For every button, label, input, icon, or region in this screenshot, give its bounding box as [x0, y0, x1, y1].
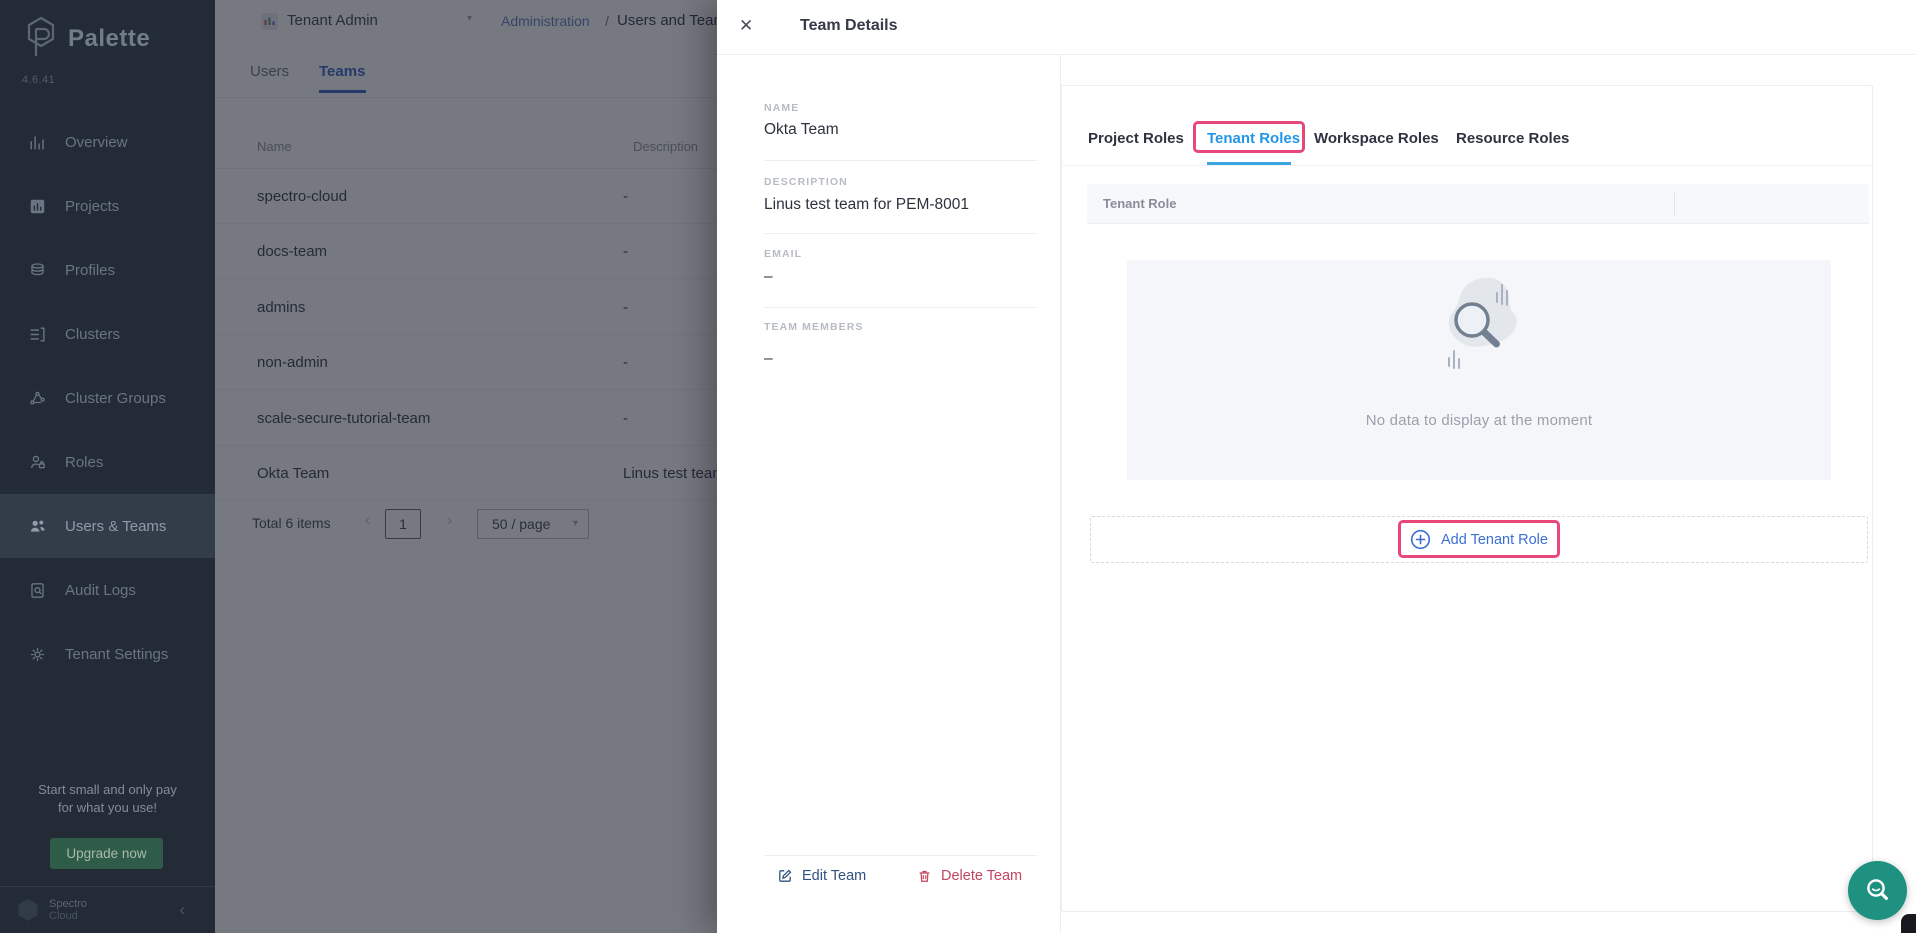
sidebar-nav: Overview Projects Profiles Clusters Clus… [0, 110, 215, 686]
sidebar: Palette 4.6.41 Overview Projects Profile… [0, 0, 215, 933]
palette-logo-icon [26, 16, 56, 62]
edit-team-label: Edit Team [802, 868, 866, 884]
sidebar-footer: Spectro Cloud ‹ [0, 886, 215, 933]
roles-panel: Project Roles Tenant Roles Workspace Rol… [1061, 85, 1873, 912]
spectro-cloud-label: Spectro Cloud [49, 898, 87, 922]
help-search-button[interactable] [1848, 861, 1907, 920]
field-label-team-members: TEAM MEMBERS [764, 321, 864, 333]
sidebar-item-cluster-groups[interactable]: Cluster Groups [0, 366, 215, 430]
add-tenant-role-button[interactable]: Add Tenant Role [1090, 516, 1868, 563]
footer-brand-top: Spectro [49, 898, 87, 910]
edit-team-button[interactable]: Edit Team [777, 868, 866, 884]
collapse-sidebar-icon[interactable]: ‹ [179, 900, 185, 920]
sidebar-item-label: Audit Logs [65, 582, 136, 599]
team-details-drawer: ✕ Team Details NAME Okta Team DESCRIPTIO… [717, 0, 1916, 933]
sidebar-item-users-teams[interactable]: Users & Teams [0, 494, 215, 558]
sidebar-item-roles[interactable]: Roles [0, 430, 215, 494]
profiles-icon [28, 261, 47, 280]
no-data-illustration [1409, 276, 1549, 386]
sidebar-item-audit-logs[interactable]: Audit Logs [0, 558, 215, 622]
drawer-mask [215, 0, 717, 933]
delete-team-button[interactable]: Delete Team [917, 868, 1022, 884]
sidebar-item-tenant-settings[interactable]: Tenant Settings [0, 622, 215, 686]
sidebar-item-label: Users & Teams [65, 518, 166, 535]
overview-icon [28, 133, 47, 152]
field-value-team-members: – [764, 350, 773, 368]
brand-name: Palette [68, 25, 150, 53]
footer-divider [764, 855, 1037, 856]
role-tabs-divider [1062, 165, 1872, 166]
promo-line1: Start small and only pay [0, 781, 215, 799]
delete-team-label: Delete Team [941, 868, 1022, 884]
drawer-header: ✕ Team Details [717, 0, 1916, 55]
palette-app: Palette 4.6.41 Overview Projects Profile… [0, 0, 1916, 933]
promo-line2: for what you use! [0, 799, 215, 817]
add-tenant-role-label: Add Tenant Role [1441, 532, 1548, 548]
sidebar-item-clusters[interactable]: Clusters [0, 302, 215, 366]
tab-tenant-roles[interactable]: Tenant Roles [1207, 130, 1300, 147]
column-divider [1674, 192, 1675, 216]
field-label-email: EMAIL [764, 248, 802, 260]
tab-project-roles[interactable]: Project Roles [1088, 130, 1184, 147]
no-data-message: No data to display at the moment [1127, 412, 1831, 429]
sidebar-item-overview[interactable]: Overview [0, 110, 215, 174]
field-label-description: DESCRIPTION [764, 176, 848, 188]
corner-widget [1901, 914, 1916, 933]
cluster-groups-icon [28, 389, 47, 408]
tab-workspace-roles[interactable]: Workspace Roles [1314, 130, 1439, 147]
sidebar-item-label: Tenant Settings [65, 646, 168, 663]
sidebar-item-label: Roles [65, 454, 103, 471]
roles-icon [28, 453, 47, 472]
sidebar-item-profiles[interactable]: Profiles [0, 238, 215, 302]
upgrade-promo: Start small and only pay for what you us… [0, 781, 215, 817]
sidebar-item-label: Clusters [65, 326, 120, 343]
gear-icon [28, 645, 47, 664]
sidebar-item-label: Profiles [65, 262, 115, 279]
field-label-name: NAME [764, 102, 799, 114]
brand: Palette [26, 16, 150, 62]
users-teams-icon [28, 517, 47, 536]
sidebar-item-label: Overview [65, 134, 128, 151]
sidebar-item-projects[interactable]: Projects [0, 174, 215, 238]
field-divider [764, 160, 1037, 161]
sidebar-item-label: Cluster Groups [65, 390, 166, 407]
footer-brand-bottom: Cloud [49, 910, 87, 922]
field-divider [764, 233, 1037, 234]
column-header-tenant-role: Tenant Role [1103, 196, 1176, 211]
plus-circle-icon [1410, 529, 1431, 550]
magnifier-smile-icon [1862, 875, 1894, 907]
spectro-cloud-logo-icon [15, 897, 41, 923]
trash-icon [917, 868, 932, 884]
audit-logs-icon [28, 581, 47, 600]
sidebar-item-label: Projects [65, 198, 119, 215]
empty-state: No data to display at the moment [1127, 260, 1831, 480]
upgrade-now-button[interactable]: Upgrade now [50, 838, 163, 869]
field-value-email: – [764, 268, 773, 286]
clusters-icon [28, 325, 47, 344]
drawer-title: Team Details [800, 17, 898, 35]
field-value-name: Okta Team [764, 121, 839, 139]
tab-resource-roles[interactable]: Resource Roles [1456, 130, 1569, 147]
main-content: Tenant Admin ▾ Administration / Users an… [215, 0, 717, 933]
version-label: 4.6.41 [22, 74, 55, 86]
edit-icon [777, 868, 793, 884]
field-divider [764, 307, 1037, 308]
field-value-description: Linus test team for PEM-8001 [764, 196, 969, 214]
close-icon[interactable]: ✕ [739, 16, 753, 36]
tenant-role-header-row: Tenant Role [1087, 184, 1869, 224]
projects-icon [28, 197, 47, 216]
